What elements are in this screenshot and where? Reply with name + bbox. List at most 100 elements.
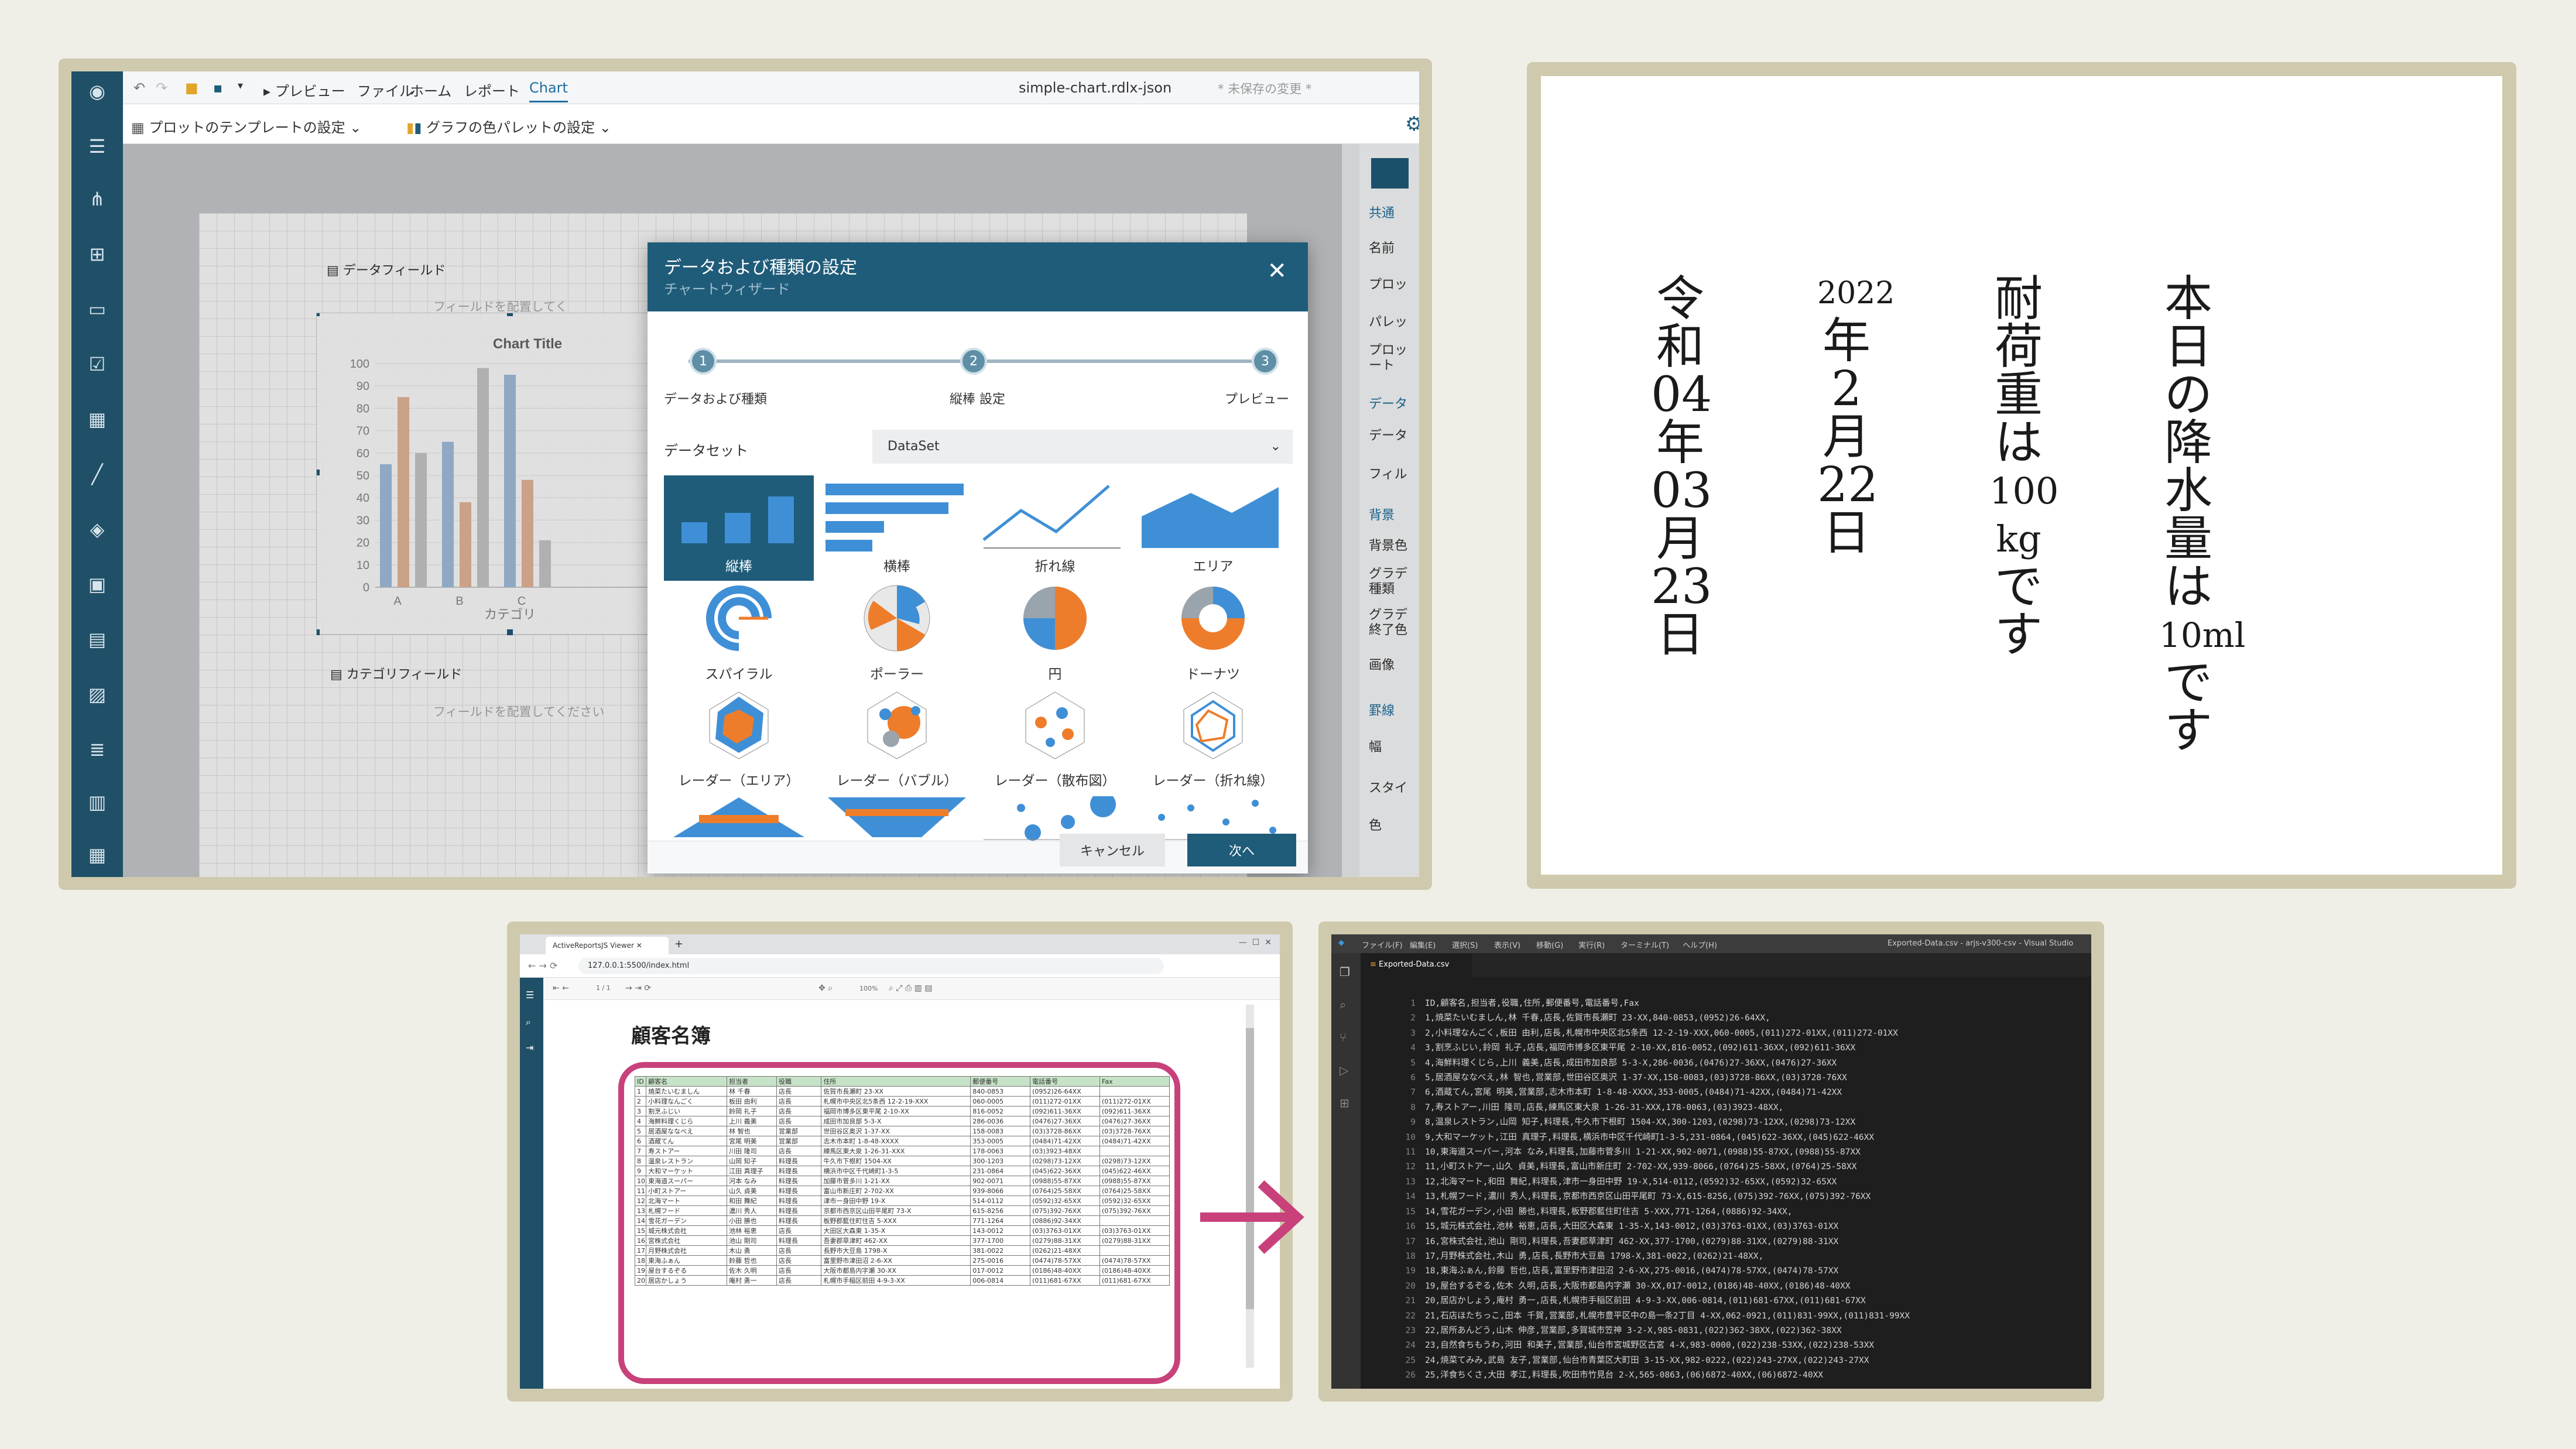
line-number: 4: [1410, 1043, 1416, 1053]
chart-type-radar-line[interactable]: レーダー（折れ線）: [1138, 690, 1288, 795]
redo-icon[interactable]: ↷: [156, 80, 167, 96]
browser-tabstrip: ActiveReportsJS Viewer ✕ + — ☐ ✕: [520, 934, 1280, 954]
chart-type-radar-scatter[interactable]: レーダー（散布図）: [980, 690, 1130, 795]
chart-type-pyramid[interactable]: [664, 796, 814, 841]
menu-help[interactable]: ヘルプ(H): [1683, 939, 1717, 950]
menu-home[interactable]: ホーム: [410, 80, 451, 100]
tree-icon[interactable]: ⋔: [84, 186, 110, 212]
code-line: 2 1,焼菜たいむましん,林 千春,店長,佐賀市長瀬町 23-XX,840-085…: [1396, 1011, 2085, 1026]
chart-type-line[interactable]: 折れ線: [980, 475, 1130, 581]
editor-tab[interactable]: ≡ Exported-Data.csv: [1361, 953, 1472, 977]
menu-edit[interactable]: 編集(E): [1410, 939, 1436, 950]
grid-icon[interactable]: ▥: [84, 789, 110, 815]
print-icon[interactable]: ⌕ ⤢ ⎙ ▥ ▤: [889, 984, 933, 993]
textbox-icon[interactable]: ▭: [84, 296, 110, 322]
next-button[interactable]: 次へ: [1187, 834, 1296, 866]
picture-icon[interactable]: ▨: [84, 681, 110, 707]
chart-type-radar-area[interactable]: レーダー（エリア）: [664, 690, 814, 795]
new-tab-icon[interactable]: +: [674, 938, 683, 950]
dialog-header: データおよび種類の設定 チャートウィザード ✕: [648, 242, 1308, 311]
line-number: 23: [1405, 1325, 1416, 1335]
chart-type-radar-bubble[interactable]: レーダー（バブル）: [822, 690, 972, 795]
chart-type-funnel[interactable]: [822, 796, 972, 841]
code-line: 9 8,温泉レストラン,山岡 知子,料理長,牛久市下根町 1504-XX,300-…: [1396, 1115, 2085, 1130]
menu-selection[interactable]: 選択(S): [1452, 939, 1478, 950]
url-bar[interactable]: 127.0.0.1:5500/index.html: [578, 958, 1164, 974]
page-indicator: 1 / 1: [596, 984, 611, 992]
export-icon[interactable]: ⇥: [526, 1042, 533, 1053]
chart-type-polar[interactable]: ポーラー: [822, 583, 972, 688]
list-icon[interactable]: ≣: [84, 737, 110, 762]
first-page-icon[interactable]: ⇤ ←: [553, 984, 569, 993]
file-name: simple-chart.rdlx-json: [1019, 80, 1172, 96]
nav-icons[interactable]: ← → ⟳: [528, 960, 557, 971]
dataset-select[interactable]: DataSet ⌄: [872, 430, 1293, 464]
palette-dropdown[interactable]: ▮▮ グラフの色パレットの設定 ⌄: [406, 116, 611, 136]
menu-file[interactable]: ファイル(F): [1362, 939, 1403, 950]
search-icon[interactable]: ⌕: [1340, 998, 1346, 1012]
bar-chart-icon: [825, 484, 964, 551]
shape-icon[interactable]: ◈: [84, 516, 110, 542]
menu-chart[interactable]: Chart: [529, 80, 568, 102]
menu-view[interactable]: 表示(V): [1494, 939, 1520, 950]
code-editor[interactable]: 1 ID,顧客名,担当者,役職,住所,郵便番号,電話番号,Fax 2 1,焼菜たいむま…: [1396, 996, 2085, 1383]
undo-icon[interactable]: ↶: [133, 80, 145, 96]
designer-toolbar: ↶ ↷ ■ ▪ ▾ ▸ プレビュー ファイル ホーム レポート Chart si…: [123, 71, 1419, 104]
code-line: 11 10,東海道スーパー,河本 なみ,料理長,加藤市菅多川 1-21-XX,90…: [1396, 1145, 2085, 1160]
chart-type-bar[interactable]: 横棒: [822, 475, 972, 581]
code-line: 8 7,寿ストアー,川田 隆司,店長,練馬区東大泉 1-26-31-XXX,178…: [1396, 1101, 2085, 1115]
chart-type-area[interactable]: エリア: [1138, 475, 1288, 581]
table-icon[interactable]: ▦: [84, 406, 110, 432]
radar-scatter-chart-icon: [1025, 691, 1085, 759]
cancel-button[interactable]: キャンセル: [1060, 834, 1165, 866]
wizard-step-1-label: データおよび種類: [664, 392, 768, 407]
run-debug-icon[interactable]: ▷: [1340, 1063, 1348, 1077]
source-control-icon[interactable]: ⑂: [1340, 1030, 1347, 1044]
menu-file[interactable]: ファイル: [357, 80, 413, 100]
matrix-icon[interactable]: ▦: [84, 842, 110, 868]
window-controls[interactable]: — ☐ ✕: [1239, 938, 1272, 947]
save-dropdown-icon[interactable]: ▾: [238, 80, 243, 92]
chart-type-column[interactable]: 縦棒: [664, 475, 814, 581]
menu-terminal[interactable]: ターミナル(T): [1621, 939, 1669, 950]
menu-icon[interactable]: ☰: [526, 989, 534, 1001]
chart-type-spiral[interactable]: スパイラル: [664, 583, 814, 688]
radar-line-chart-icon: [1183, 691, 1243, 759]
menu-go[interactable]: 移動(G): [1536, 939, 1563, 950]
code-line: 1 ID,顧客名,担当者,役職,住所,郵便番号,電話番号,Fax: [1396, 996, 2085, 1011]
layout-icon[interactable]: ⊞: [84, 241, 110, 267]
chart-type-pie[interactable]: 円: [980, 583, 1130, 688]
line-text: ID,顧客名,担当者,役職,住所,郵便番号,電話番号,Fax: [1425, 999, 1639, 1008]
open-icon[interactable]: ■: [185, 80, 198, 96]
column-chart-icon: [681, 496, 794, 543]
left-toolbox: ◉ ☰ ⋔ ⊞ ▭ ☑ ▦ ╱ ◈ ▣ ▤ ▨ ≣ ▥ ▦: [71, 71, 123, 877]
close-icon[interactable]: ✕: [1267, 258, 1287, 285]
preview-button[interactable]: ▸ プレビュー: [263, 80, 345, 100]
zoom-level[interactable]: 100%: [859, 985, 878, 992]
browser-tab[interactable]: ActiveReportsJS Viewer ✕: [546, 937, 669, 954]
next-page-icon[interactable]: → ⇥ ⟳: [625, 984, 651, 993]
line-text: 9,大和マーケット,江田 真理子,料理長,横浜市中区千代崎町1-3-5,231-…: [1425, 1132, 1875, 1142]
line-text: 23,自然食ちもうわ,河田 和美子,営業部,仙台市宮城野区古宮 4-X,983-…: [1425, 1341, 1875, 1351]
line-number: 19: [1405, 1266, 1416, 1276]
search-icon[interactable]: ⌕: [526, 1016, 531, 1028]
chart-type-donut[interactable]: ドーナツ: [1138, 583, 1288, 688]
document-icon[interactable]: ▤: [84, 626, 110, 652]
explorer-icon[interactable]: ❐: [1340, 965, 1350, 979]
checkbox-icon[interactable]: ☑: [84, 351, 110, 377]
vertical-text-line: 耐荷重は 100 kg です: [1989, 271, 2059, 663]
save-icon[interactable]: ▪: [213, 80, 222, 96]
zoom-tools[interactable]: ✥ ⌕: [818, 984, 833, 993]
extensions-icon[interactable]: ⊞: [1340, 1096, 1349, 1110]
line-text: 17,月野株式会社,木山 勇,店長,長野市大豆島 1798-X,381-0022…: [1425, 1251, 1764, 1261]
line-icon[interactable]: ╱: [84, 461, 110, 487]
settings-gear-icon[interactable]: ⚙: [1405, 112, 1419, 136]
line-number: 7: [1410, 1088, 1416, 1098]
menu-run[interactable]: 実行(R): [1578, 939, 1605, 950]
menu-icon[interactable]: ☰: [84, 133, 110, 159]
image-select-icon[interactable]: ▣: [84, 571, 110, 597]
dialog-title: データおよび種類の設定: [664, 258, 857, 278]
code-line: 15 14,雪花ガーデン,小田 勝也,料理長,板野郡藍住町住吉 5-XXX,771…: [1396, 1205, 2085, 1220]
menu-report[interactable]: レポート: [464, 80, 520, 100]
plot-template-dropdown[interactable]: ▦ プロットのテンプレートの設定 ⌄: [131, 116, 361, 136]
